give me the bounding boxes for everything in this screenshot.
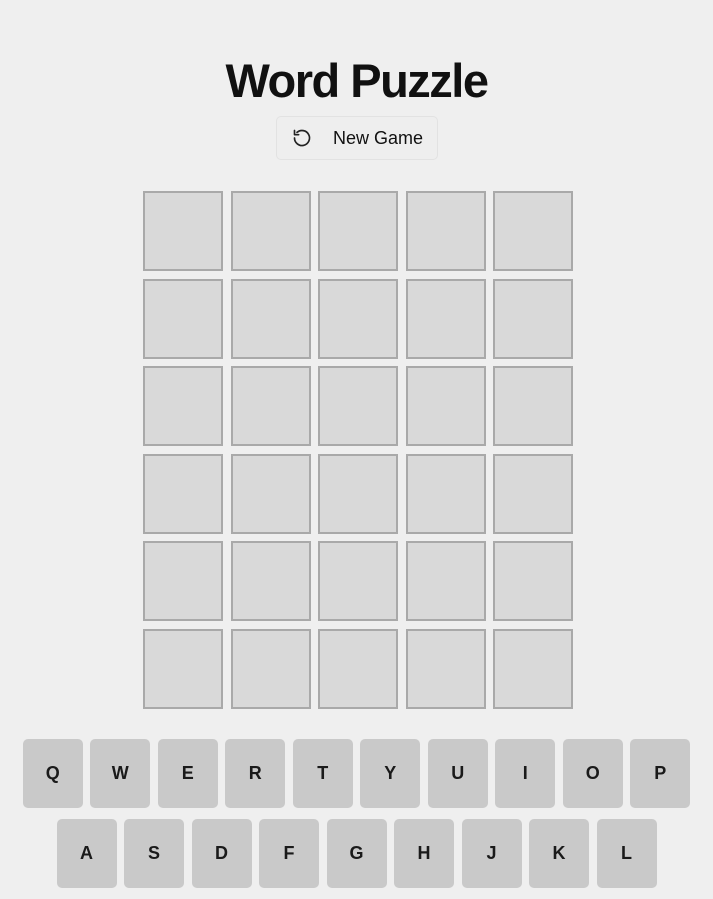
board-tile: [230, 453, 311, 534]
board-tile: [318, 278, 398, 359]
board-tile: [230, 278, 311, 359]
new-game-button[interactable]: New Game: [276, 116, 438, 160]
key-y[interactable]: Y: [360, 739, 421, 808]
board-tile: [318, 191, 398, 271]
key-t[interactable]: T: [292, 739, 353, 808]
board-tile: [230, 366, 311, 446]
board-tile: [143, 191, 223, 271]
key-k[interactable]: K: [529, 819, 589, 888]
restart-icon: [291, 127, 313, 149]
board-tile: [405, 366, 486, 446]
key-i[interactable]: I: [495, 739, 556, 808]
board-tile: [493, 628, 573, 709]
board-tile: [493, 541, 573, 621]
key-q[interactable]: Q: [22, 739, 83, 808]
key-a[interactable]: A: [56, 819, 117, 888]
keyboard-row: QWERTYUIOP: [0, 739, 713, 808]
key-p[interactable]: P: [630, 739, 691, 808]
key-w[interactable]: W: [90, 739, 151, 808]
key-s[interactable]: S: [124, 819, 184, 888]
new-game-label: New Game: [333, 127, 424, 148]
page-title: Word Puzzle: [225, 54, 489, 107]
key-d[interactable]: D: [191, 819, 252, 888]
board-tile: [143, 453, 223, 534]
board-tile: [318, 453, 398, 534]
key-r[interactable]: R: [225, 739, 286, 808]
board-tile: [493, 278, 573, 359]
board-tile: [493, 453, 573, 534]
board-tile: [230, 541, 311, 621]
key-g[interactable]: G: [326, 819, 387, 888]
board-tile: [230, 191, 311, 271]
key-j[interactable]: J: [461, 819, 522, 888]
board-tile: [318, 366, 398, 446]
board-tile: [405, 278, 486, 359]
board-tile: [405, 453, 486, 534]
board-tile: [318, 628, 398, 709]
key-l[interactable]: L: [596, 819, 657, 888]
board-tile: [405, 541, 486, 621]
board-tile: [493, 366, 573, 446]
key-f[interactable]: F: [259, 819, 319, 888]
board-tile: [318, 541, 398, 621]
keyboard-row: ASDFGHJKL: [0, 819, 713, 888]
key-h[interactable]: H: [394, 819, 454, 888]
game-board: [143, 191, 573, 709]
board-tile: [143, 628, 223, 709]
on-screen-keyboard: QWERTYUIOP ASDFGHJKL: [0, 739, 713, 899]
board-tile: [230, 628, 311, 709]
board-tile: [143, 541, 223, 621]
key-o[interactable]: O: [562, 739, 623, 808]
board-tile: [143, 366, 223, 446]
key-u[interactable]: U: [427, 739, 488, 808]
board-tile: [493, 191, 573, 271]
board-tile: [405, 628, 486, 709]
key-e[interactable]: E: [157, 739, 218, 808]
board-tile: [405, 191, 486, 271]
board-tile: [143, 278, 223, 359]
